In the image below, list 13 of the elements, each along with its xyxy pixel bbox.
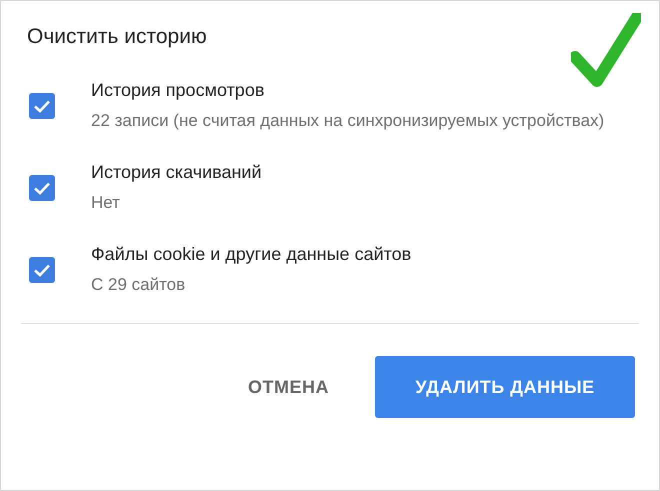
option-label: Файлы cookie и другие данные сайтов	[91, 243, 412, 266]
dialog-title: Очистить историю	[26, 24, 208, 49]
checkbox[interactable]	[29, 175, 55, 201]
checkbox[interactable]	[29, 257, 55, 283]
checkbox[interactable]	[29, 93, 55, 119]
cancel-button[interactable]: ОТМЕНА	[244, 368, 333, 406]
option-label: История просмотров	[91, 79, 266, 102]
checkmark-icon	[571, 13, 641, 87]
option-detail: 22 записи (не считая данных на синхронизируемых устройствах)	[91, 110, 606, 132]
option-detail: С 29 сайтов	[91, 274, 186, 296]
option-label: История скачиваний	[91, 161, 263, 184]
option-detail: Нет	[91, 192, 121, 214]
delete-button[interactable]: УДАЛИТЬ ДАННЫЕ	[375, 356, 635, 418]
